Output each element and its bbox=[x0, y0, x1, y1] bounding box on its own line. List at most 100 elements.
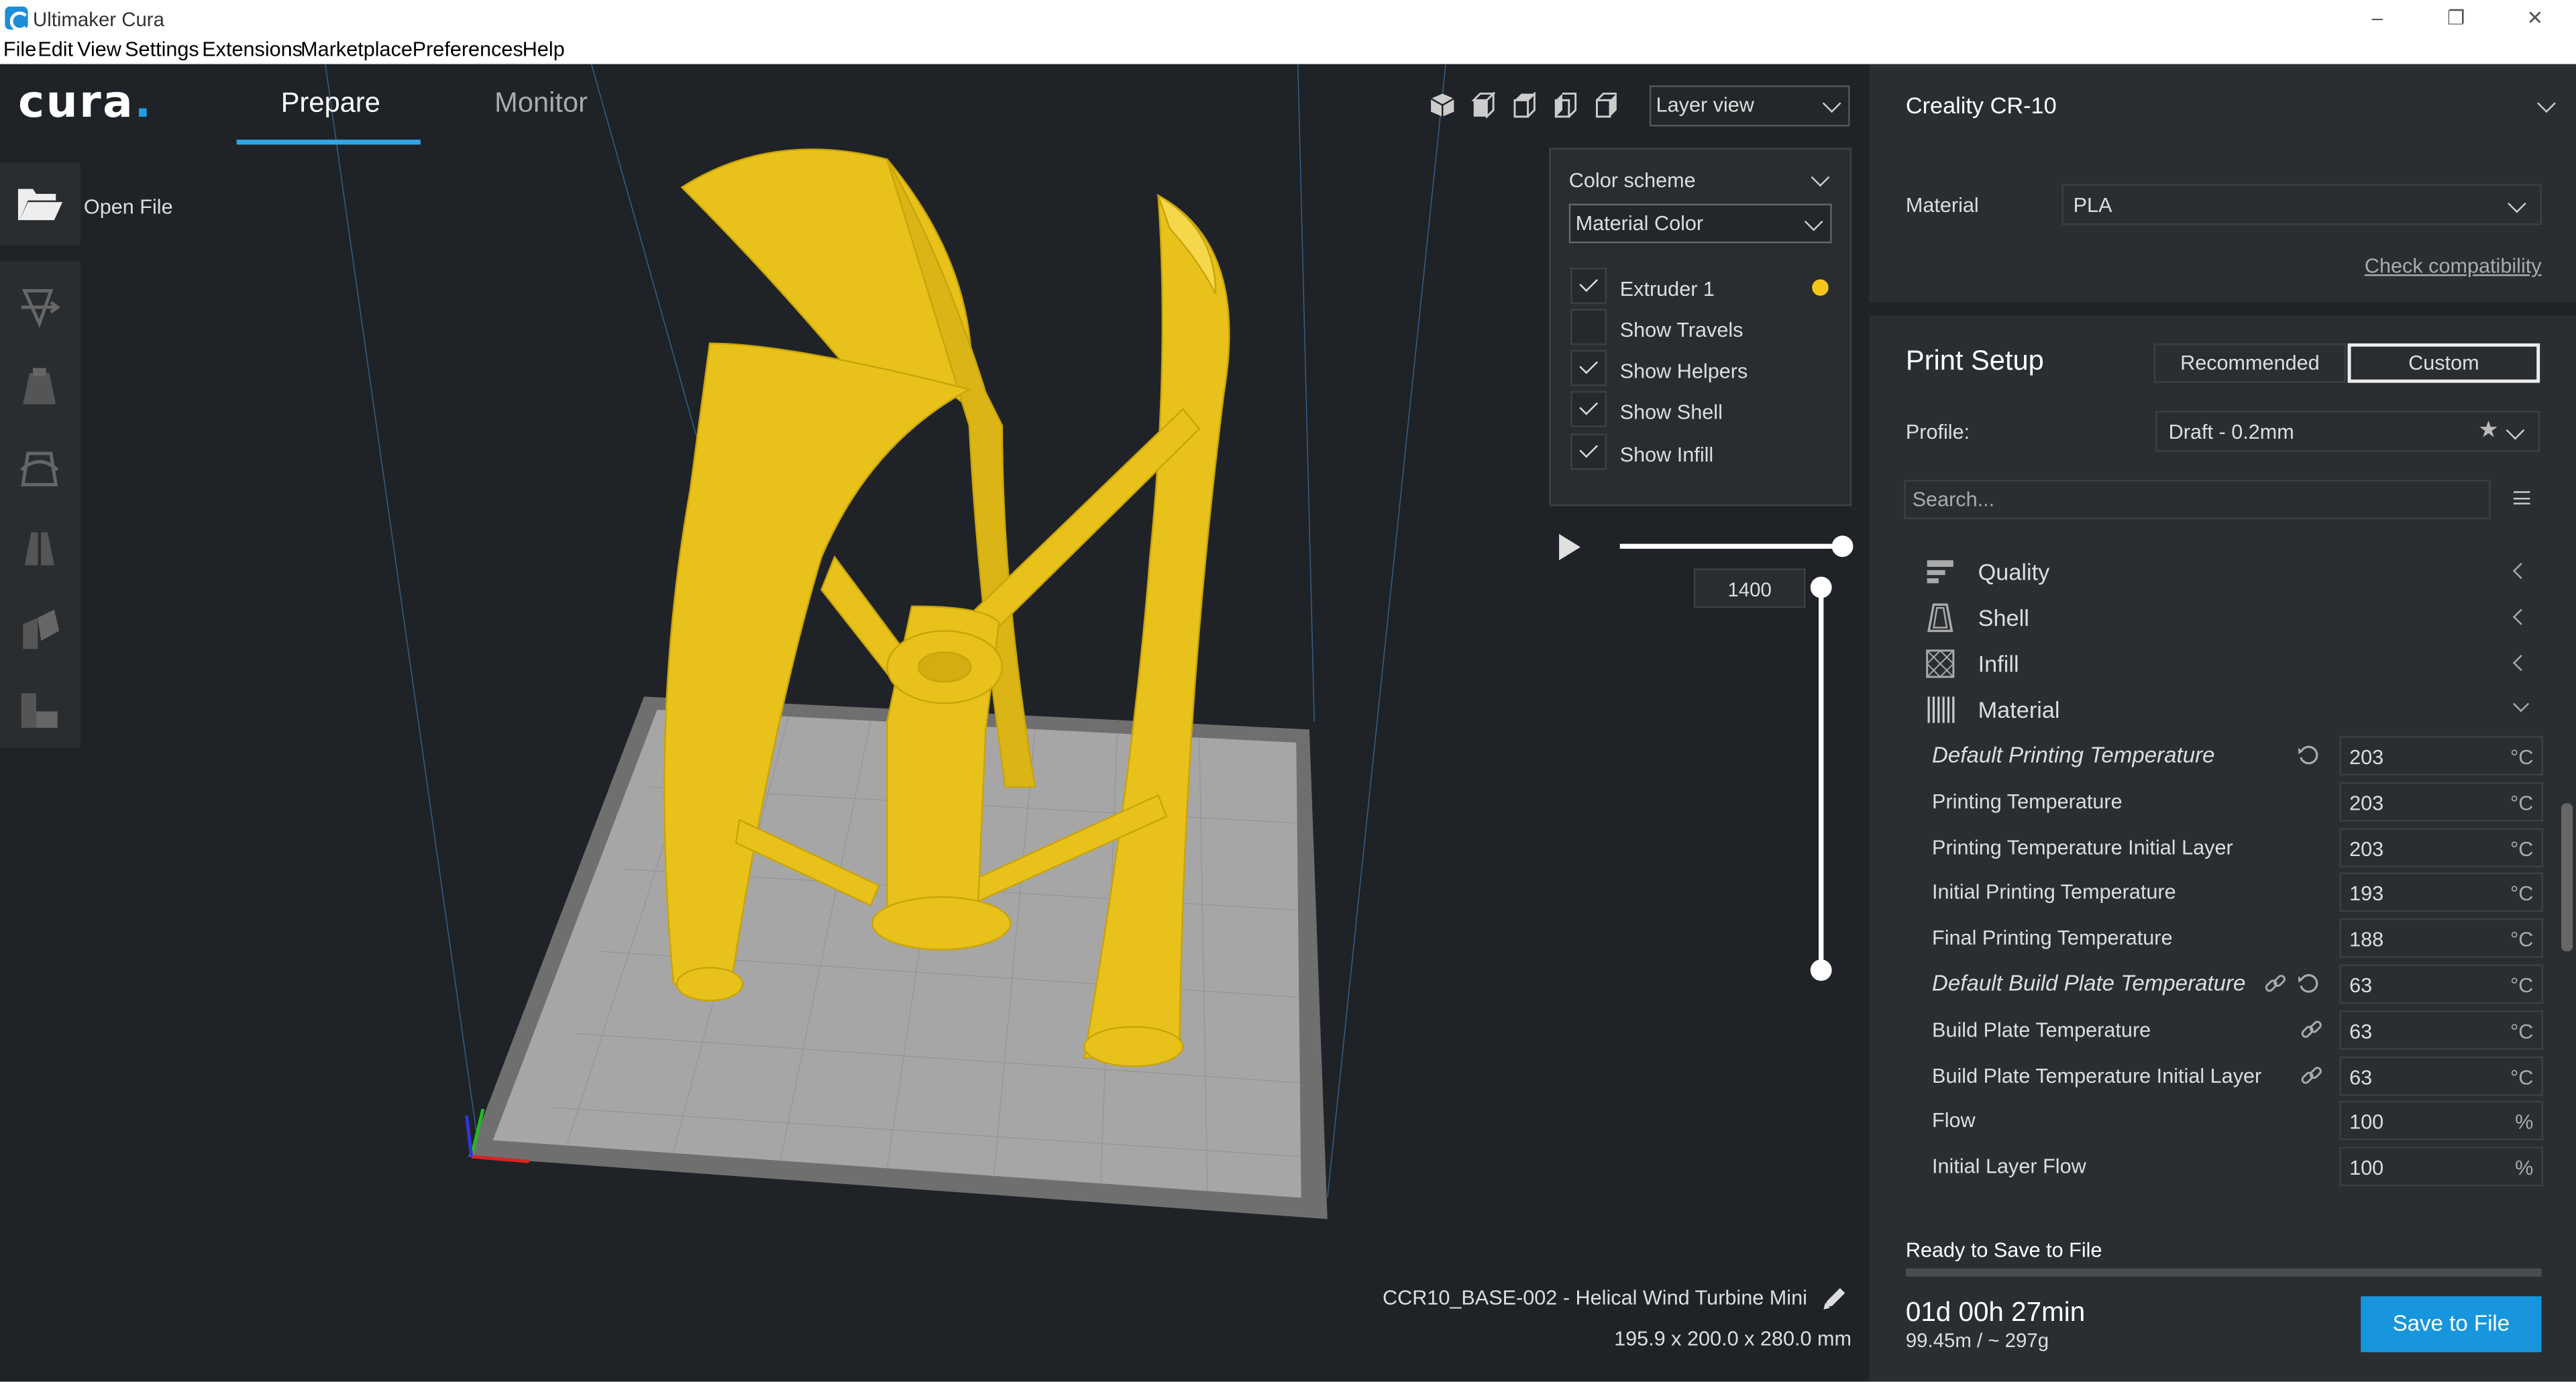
settings-scrollbar[interactable] bbox=[2561, 803, 2573, 951]
collapse-chevron-icon[interactable] bbox=[1811, 168, 1830, 187]
category-infill[interactable]: Infill bbox=[1925, 643, 2550, 686]
mirror-tool-icon[interactable] bbox=[18, 527, 61, 570]
settings-visibility-menu-icon[interactable] bbox=[2513, 491, 2530, 504]
show-shell-checkbox[interactable] bbox=[1570, 390, 1607, 427]
menu-view[interactable]: View bbox=[77, 38, 121, 60]
viewport[interactable]: cura. Prepare Monitor Layer view Open Fi… bbox=[0, 64, 1870, 1382]
setting-value: 63 bbox=[2349, 1065, 2373, 1089]
play-simulation-button[interactable] bbox=[1559, 533, 1580, 561]
chevron-down-icon bbox=[2512, 696, 2530, 712]
printer-section: Creality CR-10 Material PLA Check compat… bbox=[1869, 64, 2576, 303]
folder-icon bbox=[17, 189, 63, 221]
material-dropdown[interactable]: PLA bbox=[2061, 184, 2542, 225]
save-to-file-button[interactable]: Save to File bbox=[2361, 1296, 2542, 1352]
tab-monitor[interactable]: Monitor bbox=[494, 87, 588, 120]
3d-view-icon[interactable] bbox=[1430, 92, 1456, 118]
show-helpers-checkbox[interactable] bbox=[1570, 350, 1607, 386]
path-slider-handle[interactable] bbox=[1831, 535, 1854, 557]
setting-value-field[interactable]: 203 °C bbox=[2339, 782, 2544, 822]
setting-label: Default Build Plate Temperature bbox=[1932, 971, 2246, 996]
material-label: Material bbox=[1905, 193, 1979, 217]
printer-name[interactable]: Creality CR-10 bbox=[1906, 92, 2057, 118]
current-layer-field[interactable]: 1400 bbox=[1693, 568, 1806, 608]
setting-row: Printing Temperature 203 °C bbox=[1932, 780, 2544, 823]
print-setup-section: Print Setup Recommended Custom Profile: … bbox=[1870, 315, 2576, 1202]
section-divider bbox=[1869, 302, 2576, 316]
menu-help[interactable]: Help bbox=[523, 38, 565, 60]
menu-marketplace[interactable]: Marketplace bbox=[301, 38, 413, 60]
recommended-mode-button[interactable]: Recommended bbox=[2153, 343, 2347, 383]
object-name: CCR10_BASE-002 - Helical Wind Turbine Mi… bbox=[1382, 1286, 1807, 1310]
setting-value-field[interactable]: 203 °C bbox=[2339, 827, 2544, 867]
menu-settings[interactable]: Settings bbox=[125, 38, 199, 60]
minimize-button[interactable]: – bbox=[2353, 3, 2402, 33]
setting-value-field[interactable]: 63 °C bbox=[2339, 964, 2544, 1004]
show-travels-checkbox[interactable] bbox=[1570, 309, 1607, 346]
setting-row: Printing Temperature Initial Layer 203 °C bbox=[1932, 826, 2544, 869]
menu-bar: File Edit View Settings Extensions Marke… bbox=[0, 36, 2576, 64]
setting-label: Build Plate Temperature bbox=[1932, 1018, 2151, 1042]
setting-value-field[interactable]: 193 °C bbox=[2339, 873, 2544, 913]
setting-value-field[interactable]: 63 °C bbox=[2339, 1010, 2544, 1050]
setting-value-field[interactable]: 63 °C bbox=[2339, 1055, 2544, 1096]
setting-value-field[interactable]: 188 °C bbox=[2339, 918, 2544, 959]
category-shell[interactable]: Shell bbox=[1925, 596, 2550, 639]
right-view-icon[interactable] bbox=[1594, 92, 1620, 118]
open-file-label: Open File bbox=[83, 195, 173, 219]
setting-row: Default Build Plate Temperature 63 °C bbox=[1932, 963, 2544, 1006]
show-infill-checkbox[interactable] bbox=[1570, 433, 1607, 470]
extruder-color-swatch bbox=[1812, 279, 1829, 296]
tab-prepare[interactable]: Prepare bbox=[281, 87, 380, 120]
linked-setting-icon[interactable] bbox=[2300, 1018, 2323, 1041]
object-dimensions: 195.9 x 200.0 x 280.0 mm bbox=[1614, 1327, 1852, 1351]
setting-unit: °C bbox=[2510, 1020, 2534, 1043]
layer-slider-bottom-handle[interactable] bbox=[1810, 959, 1832, 981]
move-tool-icon[interactable] bbox=[18, 286, 61, 329]
setting-value-field[interactable]: 100% bbox=[2339, 1147, 2544, 1187]
printer-chevron-icon[interactable] bbox=[2537, 94, 2556, 113]
category-material[interactable]: Material bbox=[1925, 688, 2550, 731]
edit-name-icon[interactable] bbox=[1820, 1283, 1849, 1313]
setting-row: Initial Printing Temperature 193 °C bbox=[1932, 871, 2544, 914]
support-blocker-icon[interactable] bbox=[18, 688, 61, 731]
linked-setting-icon[interactable] bbox=[2300, 1064, 2323, 1087]
scale-tool-icon[interactable] bbox=[18, 366, 61, 409]
front-view-icon[interactable] bbox=[1470, 92, 1497, 119]
setting-unit: °C bbox=[2510, 791, 2534, 815]
open-file-button[interactable] bbox=[0, 162, 81, 245]
setting-value-field[interactable]: 100% bbox=[2339, 1101, 2544, 1141]
setting-label: Printing Temperature Initial Layer bbox=[1932, 835, 2233, 859]
menu-edit[interactable]: Edit bbox=[38, 38, 73, 60]
custom-mode-button[interactable]: Custom bbox=[2347, 343, 2540, 383]
close-button[interactable]: ✕ bbox=[2510, 3, 2559, 33]
color-scheme-dropdown[interactable]: Material Color bbox=[1568, 203, 1832, 244]
menu-file[interactable]: File bbox=[3, 38, 36, 60]
setting-value-field[interactable]: 203 °C bbox=[2339, 736, 2544, 776]
view-type-dropdown[interactable]: Layer view bbox=[1649, 85, 1850, 127]
menu-extensions[interactable]: Extensions bbox=[202, 38, 303, 60]
path-slider-track[interactable] bbox=[1619, 543, 1842, 549]
menu-preferences[interactable]: Preferences bbox=[413, 38, 523, 60]
rotate-tool-icon[interactable] bbox=[18, 447, 61, 490]
check-compatibility-link[interactable]: Check compatibility bbox=[2365, 255, 2542, 278]
star-icon[interactable]: ★ bbox=[2478, 416, 2499, 444]
layer-slider-top-handle[interactable] bbox=[1810, 576, 1832, 598]
setting-value: 188 bbox=[2349, 928, 2384, 952]
window-title: Ultimaker Cura bbox=[32, 8, 164, 32]
layer-slider-track[interactable] bbox=[1819, 586, 1824, 969]
setting-unit: °C bbox=[2510, 837, 2534, 861]
setting-row: Flow 100% bbox=[1932, 1100, 2544, 1142]
setting-row: Initial Layer Flow 100% bbox=[1932, 1145, 2544, 1188]
profile-dropdown[interactable]: Draft - 0.2mm ★ bbox=[2155, 411, 2540, 452]
reset-setting-icon[interactable] bbox=[2297, 744, 2318, 765]
extruder-1-checkbox[interactable] bbox=[1570, 268, 1607, 305]
top-view-icon[interactable] bbox=[1511, 92, 1538, 118]
linked-setting-icon[interactable] bbox=[2264, 973, 2287, 996]
per-model-settings-icon[interactable] bbox=[18, 608, 61, 651]
reset-setting-icon[interactable] bbox=[2297, 973, 2318, 994]
chevron-left-icon bbox=[2512, 655, 2530, 672]
category-quality[interactable]: Quality bbox=[1925, 550, 2550, 593]
restore-button[interactable]: ❐ bbox=[2432, 3, 2481, 33]
left-view-icon[interactable] bbox=[1552, 92, 1578, 118]
settings-search-input[interactable]: Search... bbox=[1904, 480, 2491, 519]
